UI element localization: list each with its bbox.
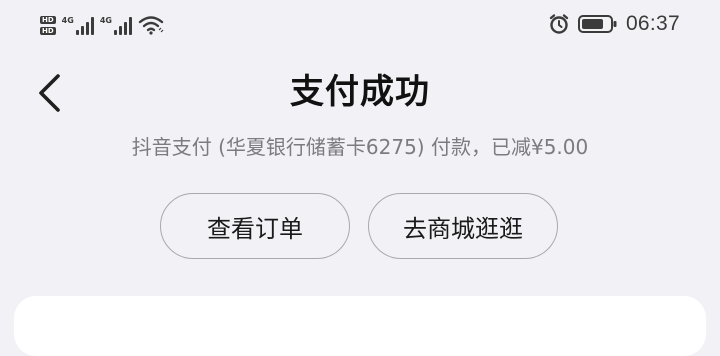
signal-icon: 4G <box>100 15 132 35</box>
status-right-group: 06:37 <box>548 10 680 38</box>
view-order-label: 查看订单 <box>207 214 303 243</box>
bottom-card <box>14 296 706 356</box>
network-type-label: 4G <box>99 16 112 25</box>
hd-icon: HD <box>40 26 56 35</box>
view-order-button[interactable]: 查看订单 <box>160 193 350 259</box>
hd-indicators: HD HD <box>40 15 56 35</box>
status-bar: HD HD 4G 4G 06:37 <box>0 0 720 48</box>
go-to-mall-button[interactable]: 去商城逛逛 <box>368 193 558 259</box>
status-left-group: HD HD 4G 4G <box>40 12 164 38</box>
payment-summary: 抖音支付 (华夏银行储蓄卡6275) 付款，已减¥5.00 <box>131 135 589 159</box>
hd-icon: HD <box>40 15 56 24</box>
status-time: 06:37 <box>625 12 680 35</box>
alarm-icon <box>549 14 569 34</box>
signal-icon: 4G <box>62 15 94 35</box>
battery-icon <box>577 15 617 33</box>
wifi-icon <box>138 16 164 35</box>
go-to-mall-label: 去商城逛逛 <box>403 214 523 243</box>
page-title: 支付成功 <box>290 72 430 112</box>
network-type-label: 4G <box>61 16 74 25</box>
